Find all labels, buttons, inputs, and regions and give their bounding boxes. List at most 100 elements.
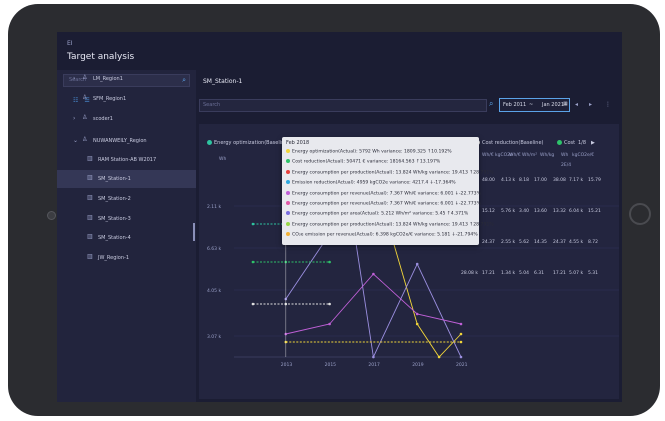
tooltip-row: Energy consumption per production(Actual… xyxy=(286,169,494,176)
table-cell: 14.35 xyxy=(534,240,547,245)
table-cell: 4.55 k xyxy=(569,240,584,245)
y-tick-label: 3.07 k xyxy=(207,334,221,340)
sidebar-tree-item[interactable]: ▥ RAM Station-AB W2017 xyxy=(57,151,196,169)
calendar-icon[interactable]: ▦ xyxy=(563,101,568,107)
tree-item-label: SM_Station-3 xyxy=(98,216,131,222)
tooltip-dot xyxy=(286,149,290,153)
main-search-placeholder: Search xyxy=(203,102,221,108)
table-header-sub: 2E/4 xyxy=(561,163,572,168)
tree-item-label: SFM_Region1 xyxy=(93,96,127,102)
tooltip-row-text: Energy consumption per area(Actual): 5.2… xyxy=(292,211,469,217)
date-from: Feb 2011 xyxy=(503,102,527,108)
next-icon[interactable]: ▸ xyxy=(589,101,592,108)
region-icon: ♙ xyxy=(82,114,88,121)
table-cell: 17.21 xyxy=(553,271,566,276)
station-icon: ▥ xyxy=(87,214,93,221)
table-cell: 5.31 xyxy=(588,271,599,276)
sidebar-tree-item[interactable]: ▥ SM_Station-4 xyxy=(57,229,196,247)
tooltip-row-text: Energy consumption per production(Actual… xyxy=(292,170,494,176)
table-header-cell: Wh/€ xyxy=(482,153,494,158)
tooltip-row: CO₂e emission per revenue(Actual): 6.398… xyxy=(286,232,478,238)
chevron-right-icon[interactable]: › xyxy=(73,75,75,82)
table-cell: 8.72 xyxy=(588,240,599,245)
tooltip-row-text: Cost reduction(Actual): 50471 € variance… xyxy=(292,159,441,165)
data-point xyxy=(251,222,255,226)
tree-item-label: JW_Region-1 xyxy=(98,255,130,261)
more-icon[interactable]: ⋮ xyxy=(605,101,611,108)
region-icon: ♙ xyxy=(82,74,88,81)
tooltip-row: Cost reduction(Actual): 50471 € variance… xyxy=(286,159,440,165)
sidebar-scrollbar[interactable] xyxy=(193,223,195,241)
tree-item-label: SM_Station-1 xyxy=(98,176,131,182)
tooltip-row: Energy consumption per revenue(Actual): … xyxy=(286,190,481,197)
camera-dot xyxy=(47,211,56,220)
table-cell: 48.00 xyxy=(482,178,495,183)
tooltip-title: Feb 2018 xyxy=(286,140,310,146)
data-point xyxy=(251,260,255,264)
table-cell: 8.18 xyxy=(519,178,530,183)
data-point xyxy=(459,332,463,336)
tooltip-row: Energy consumption per revenue(Actual): … xyxy=(286,201,481,207)
station-icon: ▥ xyxy=(87,253,93,260)
table-cell: 15.12 xyxy=(482,209,495,214)
x-tick-label: 2017 xyxy=(368,362,380,368)
series-line xyxy=(285,273,462,335)
tooltip-dot xyxy=(286,169,290,174)
chevron-down-icon[interactable]: ⌄ xyxy=(73,137,78,144)
data-point xyxy=(459,322,463,326)
sidebar-tree-item[interactable]: › ♙ scoder1 xyxy=(57,110,196,128)
home-button[interactable] xyxy=(629,203,651,225)
table-cell: 5.62 xyxy=(519,240,530,245)
y-tick-label: 4.05 k xyxy=(207,288,221,294)
tooltip-row: Energy consumption per area(Actual): 5.2… xyxy=(286,211,468,217)
app-icon: EI xyxy=(67,40,73,47)
station-icon: ▥ xyxy=(87,174,93,181)
tooltip-row-text: CO₂e emission per revenue(Actual): 6.398… xyxy=(292,232,478,238)
date-to: Jan 2021 xyxy=(542,102,565,108)
table-header-cell: Wh/m² xyxy=(522,153,538,158)
chevron-right-icon[interactable]: › xyxy=(73,115,75,122)
table-cell: 4.13 k xyxy=(501,178,516,183)
x-tick-label: 2019 xyxy=(412,362,424,368)
table-cell: 1.34 k xyxy=(501,271,516,276)
table-cell: 6.04 k xyxy=(569,209,584,214)
table-cell: 7.17 k xyxy=(569,178,584,183)
data-point xyxy=(251,302,255,306)
tooltip-dot xyxy=(286,211,290,216)
sidebar-tree-item[interactable]: › ♙ LM_Region1 xyxy=(57,70,196,88)
data-point xyxy=(459,355,463,359)
tooltip-dot xyxy=(286,180,290,185)
main-search-input[interactable]: Search xyxy=(199,99,487,112)
sidebar-tree-item[interactable]: ♙ SFM_Region1 xyxy=(57,90,196,108)
data-point xyxy=(437,355,441,359)
station-icon: ▥ xyxy=(87,233,93,240)
table-cell: 17.21 xyxy=(482,271,495,276)
table-header-cell: kgCO2e/€ xyxy=(572,153,595,158)
chart-tooltip: Feb 2018 Energy optimization(Actual): 57… xyxy=(282,137,494,245)
sidebar-tree-item[interactable]: ▥ SM_Station-1 xyxy=(57,170,196,188)
sidebar-tree-item[interactable]: ⌄ ♙ NUWANWEILY_Region xyxy=(57,132,196,150)
data-point xyxy=(328,260,331,264)
sidebar-tree-item[interactable]: ▥ SM_Station-3 xyxy=(57,210,196,228)
table-cell: 3.40 xyxy=(519,209,530,214)
date-range-picker[interactable]: Feb 2011 ~ Jan 2021 ▦ xyxy=(499,98,570,112)
tooltip-row-text: Energy consumption per production(Actual… xyxy=(292,222,494,228)
data-point xyxy=(415,262,419,266)
y-unit-label: Wh xyxy=(219,156,226,162)
tree-item-label: LM_Region1 xyxy=(93,76,123,82)
data-point xyxy=(372,272,375,276)
data-point xyxy=(328,302,331,306)
tooltip-row-text: Energy consumption per revenue(Actual): … xyxy=(292,191,481,197)
main-search-icon[interactable]: ⌕ xyxy=(489,99,493,109)
y-tick-label: 2.11 k xyxy=(207,204,221,210)
tooltip-dot xyxy=(286,232,290,237)
tree-item-label: NUWANWEILY_Region xyxy=(93,138,147,144)
sidebar-tree-item[interactable]: ▥ JW_Region-1 xyxy=(57,249,196,267)
tree-item-label: scoder1 xyxy=(93,116,113,122)
region-icon: ♙ xyxy=(82,136,88,143)
prev-icon[interactable]: ◂ xyxy=(575,101,578,108)
table-cell: 24.37 xyxy=(482,240,495,245)
sidebar-tree-item[interactable]: ▥ SM_Station-2 xyxy=(57,190,196,208)
station-icon: ▥ xyxy=(87,194,93,201)
table-cell: 24.37 xyxy=(553,240,566,245)
